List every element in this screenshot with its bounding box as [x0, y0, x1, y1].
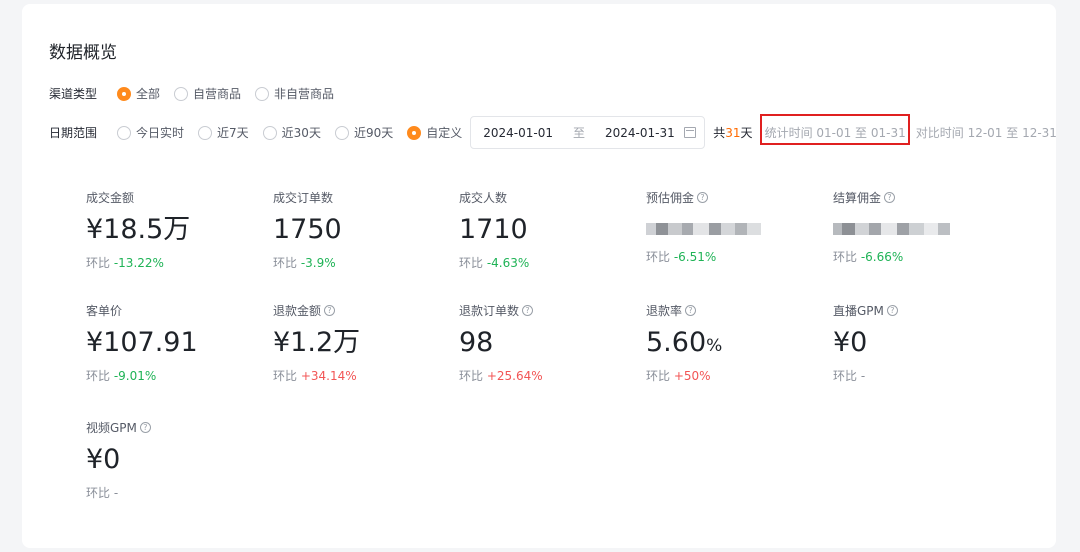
metric-value: 5.60% — [646, 327, 723, 358]
radio-unchecked-icon — [262, 125, 277, 140]
data-overview-card: 数据概览 渠道类型 全部 自营商品 非自营商品 日期范围 今日实时 近7天 近3… — [22, 4, 1057, 548]
channel-filter-row: 渠道类型 全部 自营商品 非自营商品 — [49, 85, 348, 102]
channel-filter-label: 渠道类型 — [49, 87, 98, 101]
metric-value: 1750 — [273, 214, 342, 245]
help-icon[interactable]: ? — [522, 304, 534, 316]
metric-gmv: 成交金额 ¥18.5万 环比 -13.22% — [86, 189, 266, 271]
metric-change: 环比 - — [86, 486, 119, 500]
total-days: 共31天 — [713, 126, 753, 140]
metric-value: 1710 — [459, 214, 528, 245]
metric-change: 环比 -9.01% — [86, 369, 157, 383]
metric-live-gpm: 直播GPM? ¥0 环比 - — [833, 302, 1013, 384]
metric-label: 退款率? — [646, 302, 826, 318]
metric-refund-amount: 退款金额? ¥1.2万 环比 +34.14% — [273, 302, 453, 384]
metric-change: 环比 -3.9% — [273, 256, 336, 270]
metric-label: 结算佣金? — [833, 189, 1013, 205]
blurred-value — [646, 217, 826, 241]
metric-label: 预估佣金? — [646, 189, 826, 205]
start-date-input[interactable]: 2024-01-01 — [483, 126, 553, 140]
channel-option-self[interactable]: 自营商品 — [174, 85, 241, 102]
metric-label: 退款订单数? — [459, 302, 639, 318]
highlight-box — [759, 114, 910, 145]
date-range-picker[interactable]: 2024-01-01 至 2024-01-31 — [470, 116, 706, 149]
metric-buyers: 成交人数 1710 环比 -4.63% — [459, 189, 639, 271]
metric-change: 环比 -4.63% — [459, 256, 530, 270]
metric-value: ¥1.2万 — [273, 327, 361, 358]
metric-value: ¥107.91 — [86, 327, 198, 358]
radio-unchecked-icon — [117, 125, 132, 140]
metric-label: 成交人数 — [459, 190, 508, 205]
metric-change: 环比 +34.14% — [273, 369, 357, 383]
help-icon[interactable]: ? — [324, 304, 336, 316]
date-filter-label: 日期范围 — [49, 126, 98, 140]
metric-value: ¥0 — [86, 444, 121, 475]
metric-avg-order-value: 客单价 ¥107.91 环比 -9.01% — [86, 302, 266, 384]
channel-option-non-self[interactable]: 非自营商品 — [255, 85, 334, 102]
compare-time-text: 对比时间 12-01 至 12-31 — [915, 126, 1057, 140]
metric-value: ¥0 — [833, 327, 868, 358]
radio-checked-icon — [407, 125, 422, 140]
metric-value: 98 — [459, 327, 494, 358]
stat-time-text: 统计时间 01-01 至 01-31 — [759, 114, 910, 145]
help-icon[interactable]: ? — [884, 191, 896, 203]
metric-label: 成交订单数 — [273, 190, 334, 205]
metric-change: 环比 -6.66% — [833, 250, 904, 264]
help-icon[interactable]: ? — [886, 304, 898, 316]
date-range-separator: 至 — [573, 126, 586, 140]
help-icon[interactable]: ? — [139, 421, 151, 433]
help-icon[interactable]: ? — [697, 191, 709, 203]
metric-label: 客单价 — [86, 303, 123, 318]
metric-change: 环比 +50% — [646, 369, 711, 383]
metric-settled-commission: 结算佣金? 环比 -6.66% — [833, 189, 1013, 265]
metric-orders: 成交订单数 1750 环比 -3.9% — [273, 189, 453, 271]
metric-change: 环比 -13.22% — [86, 256, 164, 270]
metric-change: 环比 +25.64% — [459, 369, 543, 383]
metric-video-gpm: 视频GPM? ¥0 环比 - — [86, 419, 266, 501]
metric-label: 退款金额? — [273, 302, 453, 318]
metric-label: 成交金额 — [86, 190, 135, 205]
date-option-today[interactable]: 今日实时 — [117, 124, 184, 141]
metric-refund-rate: 退款率? 5.60% 环比 +50% — [646, 302, 826, 384]
date-option-90d[interactable]: 近90天 — [334, 124, 393, 141]
metric-label: 直播GPM? — [833, 302, 1013, 318]
metric-change: 环比 - — [833, 369, 866, 383]
channel-option-all[interactable]: 全部 — [117, 85, 160, 102]
end-date-input[interactable]: 2024-01-31 — [605, 126, 675, 140]
radio-unchecked-icon — [174, 86, 189, 101]
date-option-7d[interactable]: 近7天 — [198, 124, 249, 141]
metric-change: 环比 -6.51% — [646, 250, 717, 264]
radio-unchecked-icon — [198, 125, 213, 140]
radio-unchecked-icon — [334, 125, 349, 140]
radio-unchecked-icon — [255, 86, 270, 101]
help-icon[interactable]: ? — [685, 304, 697, 316]
calendar-icon[interactable] — [684, 127, 697, 138]
date-filter-row: 日期范围 今日实时 近7天 近30天 近90天 自定义 2024-01-01 至… — [49, 114, 1057, 149]
metric-value: ¥18.5万 — [86, 214, 191, 245]
date-option-30d[interactable]: 近30天 — [262, 124, 321, 141]
radio-checked-icon — [117, 86, 132, 101]
metric-estimated-commission: 预估佣金? 环比 -6.51% — [646, 189, 826, 265]
metric-label: 视频GPM? — [86, 419, 266, 435]
page-title: 数据概览 — [49, 43, 117, 63]
metric-refund-orders: 退款订单数? 98 环比 +25.64% — [459, 302, 639, 384]
blurred-value — [833, 217, 1013, 241]
date-option-custom[interactable]: 自定义 — [407, 124, 462, 141]
